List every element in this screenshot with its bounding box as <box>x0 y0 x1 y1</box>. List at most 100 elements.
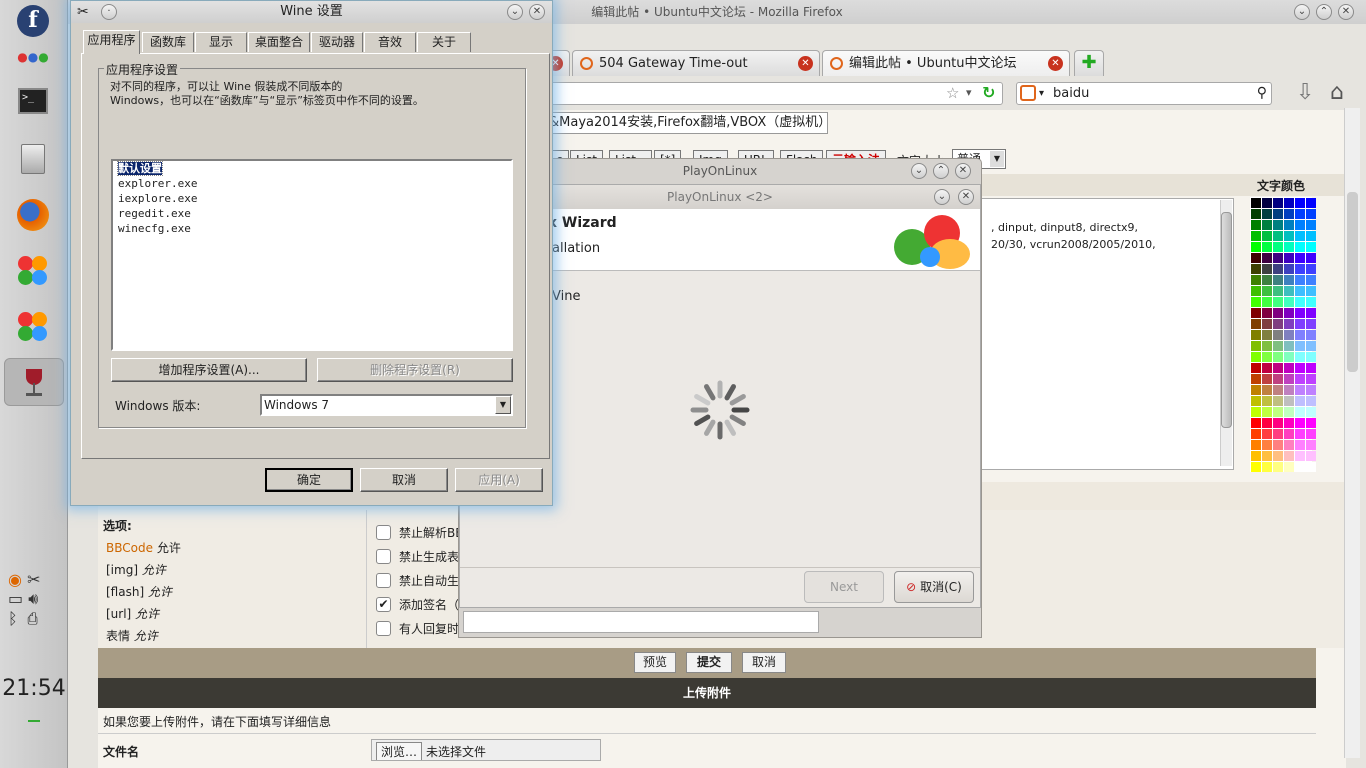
volume-icon[interactable]: 🔊︎ <box>28 589 38 608</box>
color-swatch[interactable] <box>1284 440 1294 450</box>
color-swatch[interactable] <box>1295 385 1305 395</box>
minimize-icon[interactable]: ⌄ <box>507 4 523 20</box>
add-app-button[interactable]: 增加程序设置(A)... <box>111 358 307 382</box>
color-swatch[interactable] <box>1295 275 1305 285</box>
submit-button[interactable]: 提交 <box>686 652 732 673</box>
close-icon[interactable]: ✕ <box>529 4 545 20</box>
fedora-logo-icon[interactable]: f <box>14 2 52 40</box>
color-swatch[interactable] <box>1284 275 1294 285</box>
color-swatch[interactable] <box>1284 198 1294 208</box>
color-swatch[interactable] <box>1262 407 1272 417</box>
color-swatch[interactable] <box>1273 429 1283 439</box>
color-swatch[interactable] <box>1251 396 1261 406</box>
color-swatch[interactable] <box>1273 352 1283 362</box>
color-swatch[interactable] <box>1273 253 1283 263</box>
color-swatch[interactable] <box>1262 308 1272 318</box>
close-icon[interactable]: ✕ <box>955 163 971 179</box>
color-swatch[interactable] <box>1251 429 1261 439</box>
maximize-icon[interactable]: ⌃ <box>933 163 949 179</box>
color-swatch[interactable] <box>1295 264 1305 274</box>
tab-504[interactable]: 504 Gateway Time-out ✕ <box>572 50 820 76</box>
color-swatch[interactable] <box>1306 209 1316 219</box>
remove-app-button[interactable]: 删除程序设置(R) <box>317 358 513 382</box>
color-swatch[interactable] <box>1284 385 1294 395</box>
editor-scrollbar[interactable] <box>1220 200 1232 466</box>
color-swatch[interactable] <box>1262 396 1272 406</box>
color-swatch[interactable] <box>1262 374 1272 384</box>
color-swatch[interactable] <box>1295 462 1305 472</box>
color-swatch[interactable] <box>1262 330 1272 340</box>
subject-input[interactable]: &Maya2014安装,Firefox翻墙,VBOX（虚拟机）, <box>546 112 828 134</box>
color-swatch[interactable] <box>1284 462 1294 472</box>
tab-applications[interactable]: 应用程序 <box>83 30 140 54</box>
ok-button[interactable]: 确定 <box>265 468 353 492</box>
color-swatch[interactable] <box>1262 341 1272 351</box>
color-swatch[interactable] <box>1306 429 1316 439</box>
close-tab-icon[interactable]: ✕ <box>1048 56 1063 71</box>
color-swatch[interactable] <box>1306 352 1316 362</box>
color-swatch[interactable] <box>1273 341 1283 351</box>
color-swatch[interactable] <box>1306 396 1316 406</box>
menu-icon[interactable]: · <box>101 4 117 20</box>
wine-config-icon[interactable] <box>4 358 64 406</box>
color-swatch[interactable] <box>1306 451 1316 461</box>
color-swatch[interactable] <box>1273 264 1283 274</box>
playonlinux-icon[interactable] <box>14 252 52 290</box>
color-swatch[interactable] <box>1284 429 1294 439</box>
list-item[interactable]: regedit.exe <box>113 206 511 221</box>
color-swatch[interactable] <box>1284 231 1294 241</box>
baidu-icon[interactable] <box>1020 85 1036 101</box>
color-swatch[interactable] <box>1251 209 1261 219</box>
color-swatch[interactable] <box>1284 297 1294 307</box>
keyboard-icon[interactable]: ▭ <box>8 589 23 608</box>
color-swatch[interactable] <box>1262 231 1272 241</box>
color-swatch[interactable] <box>1251 242 1261 252</box>
color-swatch[interactable] <box>1306 297 1316 307</box>
color-swatch[interactable] <box>1284 396 1294 406</box>
message-editor[interactable]: , dinput, dinput8, directx9, 20/30, vcru… <box>978 198 1234 470</box>
color-swatch[interactable] <box>1306 385 1316 395</box>
color-swatch[interactable] <box>1273 297 1283 307</box>
color-swatch[interactable] <box>1284 264 1294 274</box>
color-swatch[interactable] <box>1273 407 1283 417</box>
new-tab-button[interactable]: ✚ <box>1074 50 1104 76</box>
color-swatch[interactable] <box>1295 341 1305 351</box>
tools-icon[interactable]: ✂ <box>77 4 89 20</box>
color-swatch[interactable] <box>1273 319 1283 329</box>
bookmark-star-icon[interactable]: ☆ <box>946 84 959 102</box>
reload-icon[interactable]: ↻ <box>982 83 995 102</box>
notify-reply-checkbox[interactable] <box>376 621 391 636</box>
color-swatch[interactable] <box>1284 242 1294 252</box>
color-swatch[interactable] <box>1284 319 1294 329</box>
cancel-button[interactable]: 取消 <box>742 652 786 673</box>
color-swatch[interactable] <box>1306 418 1316 428</box>
color-swatch[interactable] <box>1295 253 1305 263</box>
color-swatch[interactable] <box>1251 451 1261 461</box>
color-swatch[interactable] <box>1262 418 1272 428</box>
color-swatch[interactable] <box>1284 374 1294 384</box>
color-swatch[interactable] <box>1306 363 1316 373</box>
scrollbar-thumb[interactable] <box>1221 212 1232 428</box>
color-swatch[interactable] <box>1284 341 1294 351</box>
back-text-field[interactable] <box>463 611 819 633</box>
color-swatch[interactable] <box>1262 209 1272 219</box>
color-swatch[interactable] <box>1306 462 1316 472</box>
tab-drives[interactable]: 驱动器 <box>311 32 363 52</box>
color-swatch[interactable] <box>1284 451 1294 461</box>
engine-dropdown-icon[interactable]: ▾ <box>1039 83 1044 104</box>
color-swatch[interactable] <box>1295 319 1305 329</box>
color-swatch[interactable] <box>1262 253 1272 263</box>
scrollbar-thumb[interactable] <box>1347 192 1358 372</box>
color-swatch[interactable] <box>1295 374 1305 384</box>
color-swatch[interactable] <box>1273 308 1283 318</box>
close-icon[interactable]: ✕ <box>1338 4 1354 20</box>
tab-edit-post[interactable]: 编辑此帖 • Ubuntu中文论坛 ✕ <box>822 50 1070 76</box>
color-swatch[interactable] <box>1284 352 1294 362</box>
maximize-icon[interactable]: ⌃ <box>1316 4 1332 20</box>
color-swatch[interactable] <box>1306 330 1316 340</box>
color-swatch[interactable] <box>1251 418 1261 428</box>
disable-smilies-checkbox[interactable] <box>376 549 391 564</box>
color-swatch[interactable] <box>1273 385 1283 395</box>
color-swatch[interactable] <box>1273 286 1283 296</box>
color-swatch[interactable] <box>1251 253 1261 263</box>
